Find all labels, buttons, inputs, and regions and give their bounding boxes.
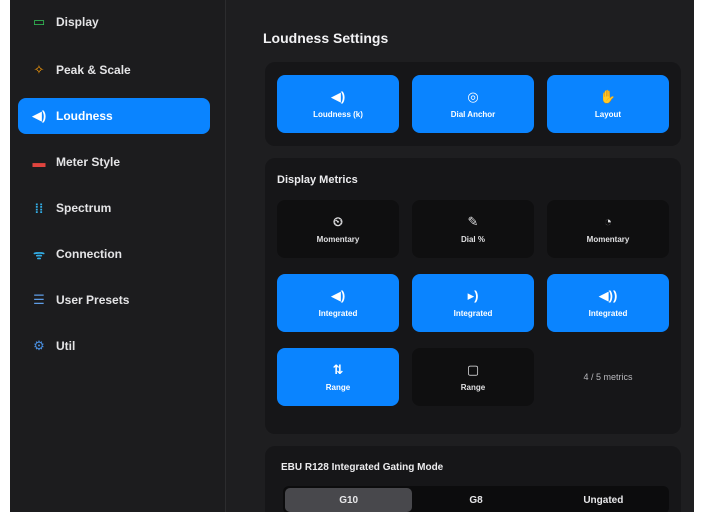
tile-label: Integrated <box>453 308 493 318</box>
tile-label: Momentary <box>586 234 630 244</box>
app-window: ▭ Display ✧ Peak & Scale ◀) Loudness ▬ Meter St… <box>10 0 694 512</box>
toggle-tile-integrated[interactable]: ◀)) Integrated <box>547 274 669 332</box>
sidebar: ▭ Display ✧ Peak & Scale ◀) Loudness ▬ Meter St… <box>10 0 226 512</box>
main-panel: Loudness Settings ◀) Loudness (k) ◎ Dial An… <box>227 0 694 512</box>
gating-title: EBU R128 Integrated Gating Mode <box>281 462 444 473</box>
toggle-tile-range[interactable]: ▢ Range <box>412 348 534 406</box>
speaker-icon: ◀) <box>330 88 346 104</box>
sidebar-item-connection[interactable]: ᯤ Connection <box>18 236 210 272</box>
page-title: Loudness Settings <box>263 30 389 46</box>
tile-label: Loudness (k) <box>313 109 363 119</box>
tile-label: Dial % <box>460 234 485 244</box>
dial-percent-icon: ✎ <box>467 213 479 229</box>
dial-anchor-icon: ◎ <box>467 88 479 104</box>
wrench-icon: ⚙ <box>33 338 45 353</box>
sidebar-item-loudness[interactable]: ◀) Loudness <box>18 98 210 134</box>
sidebar-item-label: Peak & Scale <box>56 63 131 77</box>
sidebar-item-label: Loudness <box>56 109 113 123</box>
sidebar-item-label: Display <box>56 15 99 29</box>
tile-label: Layout <box>594 109 622 119</box>
toggle-tile-layout[interactable]: ✋ Layout <box>547 75 669 133</box>
sidebar-item-peak-scale[interactable]: ✧ Peak & Scale <box>18 52 210 88</box>
gating-option-ungated[interactable]: Ungated <box>540 488 667 512</box>
gating-segmented-control: G10 G8 Ungated <box>283 486 669 512</box>
sidebar-item-user-presets[interactable]: ☰ User Presets <box>18 282 210 318</box>
speaker-icon: ◀) <box>31 108 47 123</box>
timer-icon: ⏲ <box>332 213 344 229</box>
speaker-wave-icon: ◀)) <box>598 287 618 303</box>
tile-label: Integrated <box>588 308 628 318</box>
sidebar-item-util[interactable]: ⚙ Util <box>18 328 210 364</box>
peak-scale-icon: ✧ <box>33 62 45 77</box>
toggle-tile-dial[interactable]: ✎ Dial % <box>412 200 534 258</box>
display-metrics-card: Display Metrics ⏲ Momentary ✎ Dial % ◔ Moment… <box>265 158 681 434</box>
tile-label: Momentary <box>316 234 360 244</box>
tile-label: Range <box>460 382 486 392</box>
sidebar-item-display[interactable]: ▭ Display <box>18 4 210 40</box>
display-metrics-title: Display Metrics <box>277 174 358 186</box>
tile-label: Integrated <box>318 308 358 318</box>
sidebar-item-label: Meter Style <box>56 155 121 169</box>
clock-icon: ◔ <box>604 213 612 229</box>
meter-style-icon: ▬ <box>32 154 46 170</box>
metrics-count: 4 / 5 metrics <box>583 372 633 382</box>
wifi-icon: ᯤ <box>33 247 45 262</box>
mode-card: ◀) Loudness (k) ◎ Dial Anchor ✋ Layout <box>265 62 681 146</box>
gating-option-g10[interactable]: G10 <box>285 488 413 512</box>
tile-label: Range <box>325 382 351 392</box>
gating-option-g8[interactable]: G8 <box>412 488 539 512</box>
sidebar-item-label: Spectrum <box>56 201 112 215</box>
toggle-tile-integrated[interactable]: ◀) Integrated <box>277 274 399 332</box>
speaker-icon: ◀) <box>330 287 346 303</box>
tile-label: Dial Anchor <box>450 109 496 119</box>
toggle-tile-loudness-k[interactable]: ◀) Loudness (k) <box>277 75 399 133</box>
message-icon: ▢ <box>466 361 480 377</box>
toggle-tile-integrated[interactable]: ▸) Integrated <box>412 274 534 332</box>
range-icon: ⇅ <box>332 361 344 377</box>
presets-icon: ☰ <box>33 292 45 307</box>
spectrum-icon: ⁞⁞ <box>34 200 44 216</box>
sidebar-item-label: User Presets <box>56 293 130 307</box>
monitor-icon: ▭ <box>32 14 46 29</box>
toggle-tile-momentary[interactable]: ⏲ Momentary <box>277 200 399 258</box>
sidebar-item-label: Util <box>56 339 76 353</box>
sidebar-item-spectrum[interactable]: ⁞⁞ Spectrum <box>18 190 210 226</box>
hand-icon: ✋ <box>599 88 617 104</box>
speaker-small-icon: ▸) <box>467 287 479 303</box>
toggle-tile-dial-anchor[interactable]: ◎ Dial Anchor <box>412 75 534 133</box>
toggle-tile-momentary[interactable]: ◔ Momentary <box>547 200 669 258</box>
sidebar-item-label: Connection <box>56 247 122 261</box>
gating-card: EBU R128 Integrated Gating Mode G10 G8 Ung… <box>265 446 681 512</box>
toggle-tile-range[interactable]: ⇅ Range <box>277 348 399 406</box>
sidebar-item-meter-style[interactable]: ▬ Meter Style <box>18 144 210 180</box>
